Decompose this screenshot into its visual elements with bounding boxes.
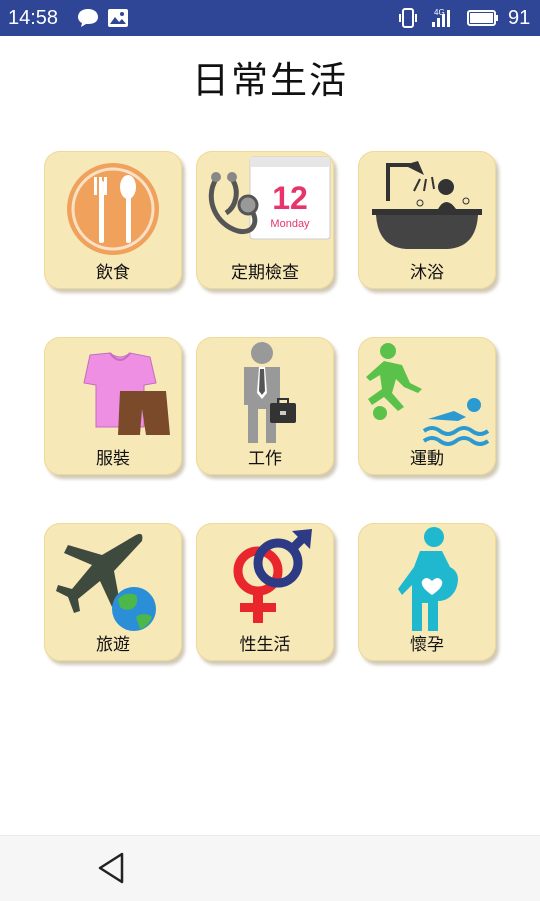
calendar-weekday: Monday: [270, 218, 310, 230]
tile-label: 定期檢查: [231, 263, 299, 283]
tile-dining[interactable]: 飲食: [44, 151, 182, 289]
work-icon: [244, 342, 296, 443]
tile-pregnancy[interactable]: 懷孕: [358, 523, 496, 661]
dining-icon: [67, 163, 159, 255]
battery-level: 91: [508, 7, 531, 29]
back-icon[interactable]: [88, 848, 136, 888]
tile-label: 運動: [410, 449, 444, 469]
tile-work[interactable]: 工作: [196, 337, 334, 475]
tile-sex-life[interactable]: 性生活: [196, 523, 334, 661]
sports-icon: [366, 343, 490, 446]
signal-icon: 4G: [432, 8, 450, 27]
tile-label: 飲食: [96, 263, 130, 283]
status-time: 14:58: [8, 7, 59, 29]
battery-icon: [467, 10, 498, 26]
travel-icon: [56, 533, 156, 631]
status-bar: 14:58 4G 91: [0, 0, 540, 36]
page-title: 日常生活: [192, 59, 348, 102]
image-icon: [108, 9, 128, 27]
bath-icon: [372, 161, 482, 249]
tile-label: 旅遊: [96, 635, 130, 655]
tile-clothing[interactable]: 服裝: [44, 337, 182, 475]
message-icon: [78, 9, 98, 27]
tile-bath[interactable]: 沐浴: [358, 151, 496, 289]
pregnancy-icon: [398, 527, 458, 631]
tile-checkup[interactable]: 12 Monday 定期檢查: [196, 151, 334, 289]
tile-label: 服裝: [96, 449, 130, 469]
clothing-icon: [83, 352, 170, 435]
tile-label: 性生活: [239, 635, 291, 655]
tile-sports[interactable]: 運動: [358, 337, 496, 475]
vibrate-icon: [399, 8, 417, 28]
tile-label: 沐浴: [410, 263, 444, 283]
gender-icon: [233, 529, 312, 623]
tile-label: 工作: [248, 449, 282, 469]
tile-label: 懷孕: [410, 635, 444, 655]
navigation-bar: [0, 835, 540, 901]
checkup-icon: 12 Monday: [208, 156, 331, 240]
svg-text:4G: 4G: [434, 8, 445, 17]
calendar-day: 12: [272, 180, 308, 216]
tile-travel[interactable]: 旅遊: [44, 523, 182, 661]
